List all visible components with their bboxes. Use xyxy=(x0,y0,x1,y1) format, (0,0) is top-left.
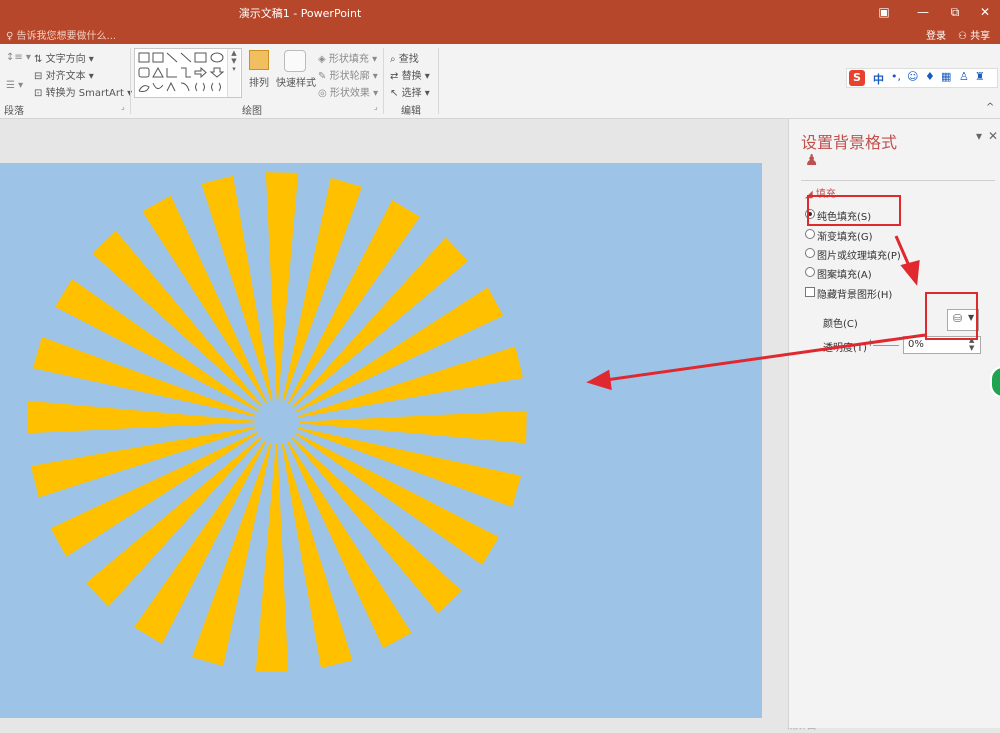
transparency-label: 透明度(T) xyxy=(823,343,867,354)
slide-canvas[interactable] xyxy=(0,163,762,718)
editing-group-label: 编辑 xyxy=(401,106,421,117)
group-divider xyxy=(383,48,384,114)
drawing-dialog-launcher[interactable]: ⌟ xyxy=(374,102,378,111)
arrange-button[interactable]: 排列 xyxy=(249,74,269,89)
text-direction-icon: ⇅ xyxy=(34,54,43,65)
tell-me-prompt: 告诉我您想要做什么... xyxy=(16,31,117,42)
picture-fill-radio[interactable] xyxy=(805,248,815,258)
ribbon-display-options-button[interactable]: ▣ xyxy=(871,2,897,22)
tell-me-input[interactable]: ♀ 告诉我您想要做什么... xyxy=(6,27,116,42)
magnifier-icon: ⌕ xyxy=(390,54,396,65)
restore-button[interactable]: ⧉ xyxy=(942,2,968,22)
ime-toolbar: S 中 •, ☺ ♦ ▦ ♙ ♜ xyxy=(846,68,998,88)
shapes-gallery[interactable]: ▲ ▼ ▾ xyxy=(134,48,242,98)
gradient-fill-label[interactable]: 渐变填充(G) xyxy=(817,228,873,243)
align-text-icon: ⊟ xyxy=(34,71,43,82)
keyboard-icon[interactable]: ▦ xyxy=(941,70,951,83)
hide-background-checkbox[interactable] xyxy=(805,287,815,297)
smartart-icon: ⊡ xyxy=(34,88,43,99)
tell-me-bar: ♀ 告诉我您想要做什么... 登录 ⚇ 共享 xyxy=(0,24,1000,44)
transparency-value: 0% xyxy=(908,339,924,350)
quick-styles-icon xyxy=(284,50,306,72)
minimize-button[interactable]: — xyxy=(910,2,936,22)
gallery-scroll[interactable]: ▲ ▼ ▾ xyxy=(227,49,240,97)
pane-divider xyxy=(801,180,995,181)
find-label: 查找 xyxy=(398,54,419,65)
spin-down-icon[interactable]: ▼ xyxy=(969,344,974,352)
shape-outline-label: 形状轮廓 xyxy=(329,71,370,82)
columns-icon[interactable]: ☰ ▾ xyxy=(6,80,23,91)
user-icon[interactable]: ♙ xyxy=(959,70,969,83)
microphone-icon[interactable]: ♦ xyxy=(925,70,935,83)
ime-punct-toggle[interactable]: •, xyxy=(891,70,901,83)
quick-styles-button[interactable]: 快速样式 xyxy=(276,74,316,89)
close-button[interactable]: ✕ xyxy=(972,2,998,22)
pattern-fill-radio[interactable] xyxy=(805,267,815,277)
ribbon: ↕≡ ▾ ☰ ▾ ⇅ 文字方向 ▾ ⊟ 对齐文本 ▾ ⊡ 转换为 SmartAr… xyxy=(0,44,1000,119)
shapes-gallery-icons xyxy=(138,52,225,92)
fill-tab-icon[interactable]: ♟ xyxy=(805,151,818,169)
paint-bucket-icon: ◈ xyxy=(318,54,326,65)
select-label: 选择 xyxy=(401,88,422,99)
align-text-button[interactable]: ⊟ 对齐文本 ▾ xyxy=(34,67,94,82)
select-button[interactable]: ↖ 选择 ▾ xyxy=(390,84,430,99)
align-text-label: 对齐文本 xyxy=(45,71,86,82)
window-title: 演示文稿1 - PowerPoint xyxy=(238,7,362,20)
shape-effects-label: 形状效果 xyxy=(329,88,370,99)
group-divider xyxy=(130,48,131,114)
sunburst-rays[interactable] xyxy=(0,163,762,718)
pen-icon: ✎ xyxy=(318,71,327,82)
hide-background-label[interactable]: 隐藏背景图形(H) xyxy=(817,286,892,301)
convert-smartart-button[interactable]: ⊡ 转换为 SmartArt ▾ xyxy=(34,84,132,99)
effects-icon: ◎ xyxy=(318,88,327,99)
line-spacing-icon[interactable]: ↕≡ ▾ xyxy=(6,52,31,63)
shape-fill-label: 形状填充 xyxy=(328,54,369,65)
pattern-fill-label[interactable]: 图案填充(A) xyxy=(817,266,872,281)
replace-icon: ⇄ xyxy=(390,71,399,82)
person-icon: ⚇ xyxy=(958,31,967,42)
paragraph-group-label: 段落 xyxy=(4,106,24,117)
cursor-icon: ↖ xyxy=(390,88,399,99)
color-label: 颜色(C) xyxy=(823,319,858,330)
share-button[interactable]: ⚇ 共享 xyxy=(958,27,990,42)
lightbulb-icon: ♀ xyxy=(6,31,14,42)
transparency-slider-thumb[interactable]: I xyxy=(869,339,872,349)
drawing-group-label: 绘图 xyxy=(242,106,262,117)
replace-button[interactable]: ⇄ 替换 ▾ xyxy=(390,67,430,82)
shape-effects-button[interactable]: ◎ 形状效果 ▾ xyxy=(318,84,378,99)
group-divider xyxy=(438,48,439,114)
pane-close-icon[interactable]: ✕ xyxy=(988,129,998,143)
transparency-slider-track[interactable] xyxy=(873,345,899,346)
annotation-box-solid-fill xyxy=(807,195,901,226)
collapse-ribbon-icon[interactable]: ^ xyxy=(986,102,994,113)
paragraph-dialog-launcher[interactable]: ⌟ xyxy=(121,102,125,111)
emoji-icon[interactable]: ☺ xyxy=(907,70,918,83)
pane-options-icon[interactable]: ▾ xyxy=(976,129,982,143)
replace-label: 替换 xyxy=(401,71,422,82)
pane-spacer xyxy=(789,505,799,506)
shirt-icon[interactable]: ♜ xyxy=(975,70,985,83)
title-bar: 演示文稿1 - PowerPoint ▣ — ⧉ ✕ xyxy=(0,0,1000,24)
sogou-logo[interactable]: S xyxy=(849,70,865,86)
gradient-fill-radio[interactable] xyxy=(805,229,815,239)
picture-fill-label[interactable]: 图片或纹理填充(P) xyxy=(817,247,901,262)
find-button[interactable]: ⌕ 查找 xyxy=(390,50,419,65)
text-direction-label: 文字方向 xyxy=(45,54,86,65)
shape-fill-button[interactable]: ◈ 形状填充 ▾ xyxy=(318,50,377,65)
shape-outline-button[interactable]: ✎ 形状轮廓 ▾ xyxy=(318,67,378,82)
login-link[interactable]: 登录 xyxy=(926,27,946,42)
arrange-icon xyxy=(249,50,269,70)
ime-lang-toggle[interactable]: 中 xyxy=(873,71,884,87)
annotation-box-color xyxy=(925,292,978,340)
pane-title: 设置背景格式 xyxy=(801,133,898,152)
text-direction-button[interactable]: ⇅ 文字方向 ▾ xyxy=(34,50,94,65)
smartart-label: 转换为 SmartArt xyxy=(45,88,124,99)
share-label: 共享 xyxy=(970,31,991,42)
